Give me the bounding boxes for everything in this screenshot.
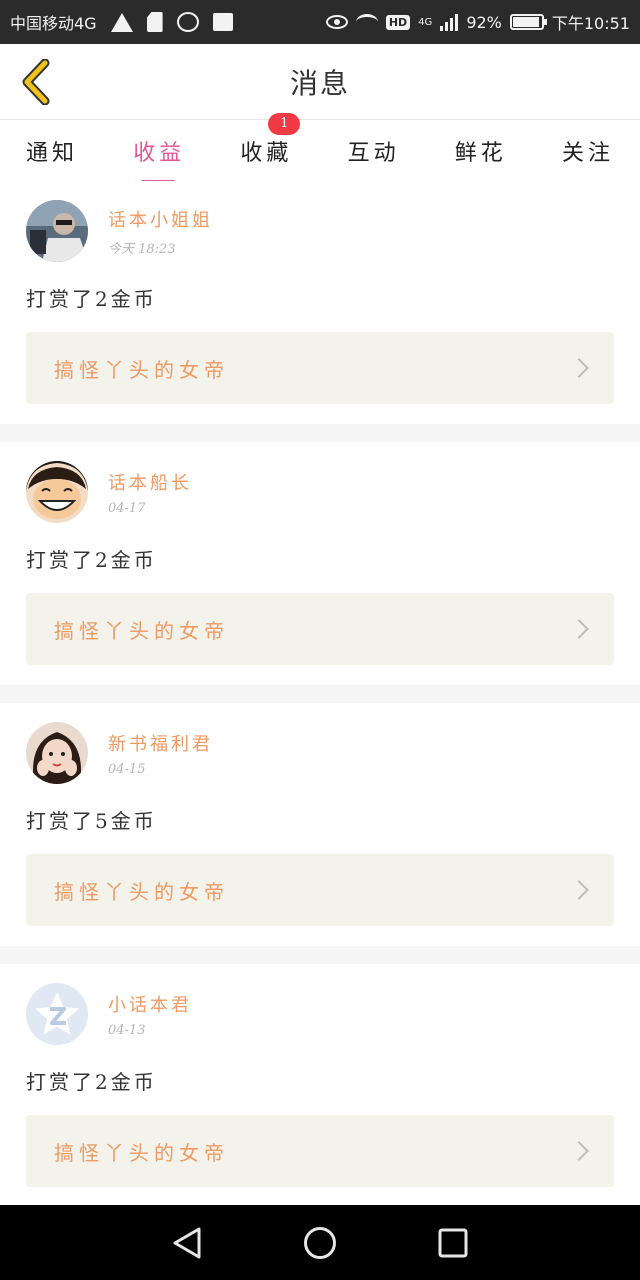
tab-interactions[interactable]: 互动 — [348, 129, 400, 173]
avatar[interactable] — [26, 983, 88, 1045]
message-card: 话本小姐姐 今天 18:23 打赏了2金币 搞怪丫头的女帝 — [0, 181, 640, 424]
chevron-right-icon — [569, 880, 589, 900]
book-title: 搞怪丫头的女帝 — [54, 357, 229, 382]
wifi-icon — [355, 14, 378, 30]
message-text: 打赏了5金币 — [26, 809, 157, 833]
message-text: 打赏了2金币 — [26, 548, 157, 572]
message-time: 04-15 — [108, 761, 146, 777]
sender-name: 新书福利君 — [108, 733, 213, 755]
warning-icon — [110, 12, 133, 32]
avatar-cartoon-icon — [26, 461, 88, 523]
sender-name: 话本小姐姐 — [108, 209, 213, 231]
image-icon — [212, 13, 233, 31]
message-time: 今天 18:23 — [108, 241, 176, 257]
sender-name: 小话本君 — [108, 994, 192, 1016]
square-recents-icon — [438, 1228, 468, 1257]
clock: 下午10:51 — [551, 14, 630, 33]
message-card: 小话本君 04-13 打赏了2金币 搞怪丫头的女帝 — [0, 964, 640, 1205]
book-link[interactable]: 搞怪丫头的女帝 — [26, 854, 614, 926]
message-card: 新书福利君 04-15 打赏了5金币 搞怪丫头的女帝 — [0, 703, 640, 946]
message-text: 打赏了2金币 — [26, 287, 157, 311]
message-list[interactable]: 话本小姐姐 今天 18:23 打赏了2金币 搞怪丫头的女帝 话本船长 04-17… — [0, 181, 640, 1205]
nav-home-button[interactable] — [302, 1225, 338, 1261]
book-title: 搞怪丫头的女帝 — [54, 879, 229, 904]
eye-icon — [325, 15, 348, 29]
header: 消息 — [0, 44, 640, 120]
avatar-photo-icon — [26, 200, 88, 262]
circle-home-icon — [303, 1226, 336, 1259]
carrier-label: 中国移动4G — [10, 14, 97, 33]
book-link[interactable]: 搞怪丫头的女帝 — [26, 1115, 614, 1187]
signal-icon — [440, 13, 459, 31]
tab-flowers[interactable]: 鲜花 — [455, 129, 507, 173]
tab-favorites[interactable]: 收藏 1 — [240, 113, 301, 173]
battery-icon — [509, 14, 547, 30]
chevron-left-icon — [22, 59, 50, 105]
chevron-right-icon — [569, 1141, 589, 1161]
message-text: 打赏了2金币 — [26, 1070, 157, 1094]
tab-earnings[interactable]: 收益 — [133, 129, 185, 183]
chevron-right-icon — [569, 619, 589, 639]
book-link[interactable]: 搞怪丫头的女帝 — [26, 593, 614, 665]
book-title: 搞怪丫头的女帝 — [54, 618, 229, 643]
triangle-back-icon — [173, 1227, 201, 1258]
message-time: 04-17 — [108, 500, 146, 516]
message-time: 04-13 — [108, 1022, 146, 1038]
status-bar: 中国移动4G HD 4G 92% 下午10:51 — [0, 0, 640, 44]
back-button[interactable] — [14, 58, 58, 106]
tab-following[interactable]: 关注 — [562, 129, 614, 173]
avatar[interactable] — [26, 200, 88, 262]
book-title: 搞怪丫头的女帝 — [54, 1140, 229, 1165]
avatar[interactable] — [26, 722, 88, 784]
message-card: 话本船长 04-17 打赏了2金币 搞怪丫头的女帝 — [0, 442, 640, 685]
chevron-right-icon — [569, 358, 589, 378]
nav-back-button[interactable] — [169, 1225, 205, 1261]
avatar[interactable] — [26, 461, 88, 523]
hd-icon: HD — [385, 14, 411, 30]
sd-card-icon — [146, 12, 163, 32]
page-title: 消息 — [289, 66, 350, 100]
book-link[interactable]: 搞怪丫头的女帝 — [26, 332, 614, 404]
cast-icon — [176, 12, 199, 32]
battery-percent: 92% — [466, 12, 502, 32]
nav-recents-button[interactable] — [435, 1225, 471, 1261]
sender-name: 话本船长 — [108, 472, 192, 494]
tab-bar: 通知 收益 收藏 1 互动 鲜花 关注 — [0, 113, 640, 183]
system-nav-bar — [0, 1205, 640, 1280]
avatar-photo-icon — [26, 722, 88, 784]
star-icon — [26, 983, 88, 1045]
network-label: 4G — [418, 16, 433, 28]
tab-notifications[interactable]: 通知 — [26, 129, 78, 173]
unread-badge: 1 — [268, 113, 301, 135]
